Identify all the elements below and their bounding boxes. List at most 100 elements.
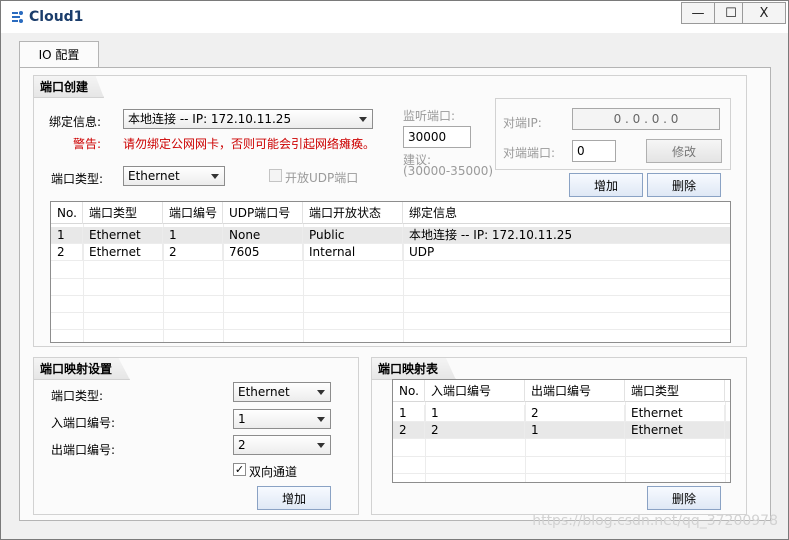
out-port-label: 出端口编号: — [51, 443, 116, 457]
in-port-select[interactable]: 1 — [233, 409, 331, 429]
add-mapping-button[interactable]: 增加 — [257, 486, 331, 510]
column-header[interactable]: 绑定信息 — [403, 202, 730, 224]
grid-line — [393, 456, 730, 457]
table-cell: Internal — [303, 244, 403, 261]
port-table-header: No. 端口类型 端口编号 UDP端口号 端口开放状态 绑定信息 — [51, 202, 730, 224]
table-cell: 2 — [163, 244, 223, 261]
listen-port-input[interactable]: 30000 — [403, 126, 471, 148]
in-port-value: 1 — [238, 412, 246, 426]
udp-open-checkbox[interactable] — [269, 169, 282, 182]
table-cell: 本地连接 -- IP: 172.10.11.25 — [409, 228, 573, 242]
table-row[interactable]: 1 Ethernet 1 None Public 本地连接 -- IP: 172… — [51, 227, 730, 244]
column-header[interactable]: 出端口编号 — [525, 380, 625, 402]
port-type-label: 端口类型: — [51, 172, 104, 186]
table-cell: 1 — [425, 405, 525, 422]
column-header[interactable]: UDP端口号 — [223, 202, 303, 224]
udp-open-label: 开放UDP端口 — [285, 171, 359, 185]
peer-port-value: 0 — [577, 144, 585, 158]
listen-port-label: 监听端口: — [403, 109, 456, 123]
out-port-value: 2 — [238, 438, 246, 452]
table-cell: 1 — [525, 422, 625, 439]
delete-mapping-button-label: 删除 — [671, 491, 696, 506]
map-port-type-label: 端口类型: — [51, 389, 104, 403]
add-mapping-button-label: 增加 — [281, 491, 306, 506]
column-header[interactable]: 入端口编号 — [425, 380, 525, 402]
peer-ip-value: 0 . 0 . 0 . 0 — [613, 112, 679, 126]
out-port-select[interactable]: 2 — [233, 435, 331, 455]
suggest-range: (30000-35000) — [403, 164, 494, 178]
table-cell: 2 — [393, 422, 425, 439]
tab-io-config[interactable]: IO 配置 — [19, 41, 99, 67]
table-cell: Ethernet — [625, 422, 725, 439]
bind-info-select[interactable]: 本地连接 -- IP: 172.10.11.25 — [123, 109, 373, 129]
column-header[interactable]: 端口类型 — [83, 202, 163, 224]
bind-info-label: 绑定信息: — [49, 115, 102, 129]
map-port-type-select[interactable]: Ethernet — [233, 382, 331, 402]
listen-port-value: 30000 — [408, 130, 447, 144]
grid-line — [51, 295, 730, 296]
table-row[interactable]: 1 1 2 Ethernet — [393, 405, 730, 422]
chevron-down-icon — [317, 417, 325, 422]
add-port-button-label: 增加 — [593, 178, 618, 193]
table-cell: 7605 — [223, 244, 303, 261]
column-header[interactable]: 端口类型 — [625, 380, 725, 402]
chevron-down-icon — [317, 390, 325, 395]
close-button[interactable]: X — [742, 2, 786, 24]
watermark: https://blog.csdn.net/qq_37200978 — [532, 513, 778, 529]
port-type-select[interactable]: Ethernet — [123, 166, 225, 186]
table-cell: 2 — [525, 405, 625, 422]
map-port-type-value: Ethernet — [238, 385, 290, 399]
table-cell: 2 — [425, 422, 525, 439]
close-icon: X — [759, 5, 769, 21]
window-title: Cloud1 — [29, 9, 84, 25]
table-cell: 1 — [51, 227, 83, 244]
peer-port-label: 对端端口: — [503, 146, 556, 160]
maximize-icon: ☐ — [725, 5, 737, 21]
mapping-table[interactable]: No. 入端口编号 出端口编号 端口类型 1 1 2 Ethernet 2 2 … — [392, 379, 731, 483]
peer-ip-input[interactable]: 0 . 0 . 0 . 0 — [572, 108, 720, 130]
tab-io-config-label: IO 配置 — [38, 48, 80, 62]
port-table[interactable]: No. 端口类型 端口编号 UDP端口号 端口开放状态 绑定信息 1 Ether… — [50, 201, 731, 343]
column-header[interactable]: 端口开放状态 — [303, 202, 403, 224]
modify-button-label: 修改 — [671, 144, 696, 159]
table-row[interactable]: 2 Ethernet 2 7605 Internal UDP — [51, 244, 730, 261]
table-cell: Public — [303, 227, 403, 244]
cloud-app-icon — [12, 11, 23, 23]
chevron-down-icon — [359, 117, 367, 122]
delete-mapping-button[interactable]: 删除 — [647, 486, 721, 510]
table-cell: 1 — [163, 227, 223, 244]
chevron-down-icon — [211, 174, 219, 179]
bidirectional-checkbox[interactable]: ✓ — [233, 463, 246, 476]
check-icon: ✓ — [234, 463, 245, 476]
mapping-table-header: No. 入端口编号 出端口编号 端口类型 — [393, 380, 730, 402]
grid-line — [51, 329, 730, 330]
modify-button[interactable]: 修改 — [646, 139, 722, 163]
warning-text: 请勿绑定公网网卡，否则可能会引起网络瘫痪。 — [123, 137, 376, 151]
table-cell: Ethernet — [83, 244, 163, 261]
port-create-title: 端口创建 — [34, 76, 104, 98]
table-cell: Ethernet — [625, 405, 725, 422]
cloud-config-window: Cloud1 — ☐ X IO 配置 端口创建 绑定信息: 本地连接 -- IP… — [0, 0, 789, 540]
warning-label: 警告: — [73, 137, 102, 151]
mapping-table-title: 端口映射表 — [372, 358, 456, 380]
chevron-down-icon — [317, 443, 325, 448]
bidirectional-label: 双向通道 — [249, 465, 298, 479]
title-bar[interactable]: Cloud1 — ☐ X — [1, 1, 788, 33]
table-cell: 2 — [51, 244, 83, 261]
peer-ip-label: 对端IP: — [503, 116, 542, 130]
minimize-button[interactable]: — — [681, 2, 715, 24]
delete-port-button-label: 删除 — [671, 178, 696, 193]
grid-line — [51, 312, 730, 313]
column-header[interactable]: No. — [393, 380, 425, 402]
peer-port-input[interactable]: 0 — [572, 140, 616, 162]
column-header[interactable]: 端口编号 — [163, 202, 223, 224]
column-header[interactable]: No. — [51, 202, 83, 224]
add-port-button[interactable]: 增加 — [569, 173, 643, 197]
table-row[interactable]: 2 2 1 Ethernet — [393, 422, 730, 439]
table-cell: UDP — [409, 245, 435, 259]
in-port-label: 入端口编号: — [51, 416, 116, 430]
table-cell: Ethernet — [83, 227, 163, 244]
delete-port-button[interactable]: 删除 — [647, 173, 721, 197]
port-type-value: Ethernet — [128, 169, 180, 183]
grid-line — [393, 473, 730, 474]
